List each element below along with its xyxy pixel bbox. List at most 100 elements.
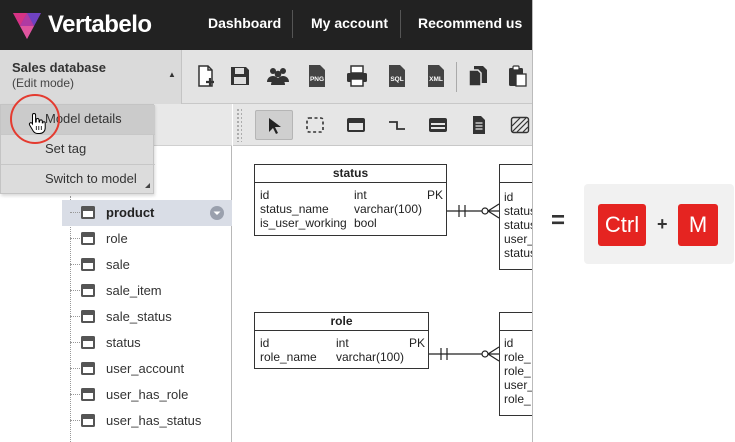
tree-item-label: sale_status <box>106 309 172 324</box>
entity-name: status <box>255 165 446 183</box>
column-name: status <box>504 246 533 260</box>
column-name: status <box>504 218 533 232</box>
nav-recommend-us[interactable]: Recommend us <box>418 0 522 50</box>
hand-cursor-icon <box>28 112 46 134</box>
tree-connector <box>70 368 80 369</box>
tree-item-label: user_has_status <box>106 413 202 428</box>
column-name: role_ <box>504 392 531 406</box>
tree-item-user-has-status[interactable]: user_has_status <box>62 408 232 434</box>
equals-sign: = <box>551 207 566 234</box>
chevron-down-icon[interactable] <box>210 206 224 220</box>
add-area-button[interactable] <box>501 110 532 140</box>
column-name: id <box>504 336 514 350</box>
table-icon <box>81 388 95 401</box>
print-icon[interactable] <box>345 64 369 88</box>
tree-item-product[interactable]: product <box>62 200 232 226</box>
tree-connector <box>70 394 80 395</box>
column-name: id <box>260 336 270 350</box>
diagram-canvas[interactable]: status id int PK status_name varchar(100… <box>233 146 533 442</box>
column-key: PK <box>409 336 426 350</box>
toolbar-grip <box>236 108 242 142</box>
entity-header <box>500 313 532 331</box>
table-icon <box>81 232 95 245</box>
select-tool-button[interactable] <box>255 110 293 140</box>
tree-item-user-has-role[interactable]: user_has_role <box>62 382 232 408</box>
export-sql-icon[interactable]: SQL <box>385 64 409 88</box>
column-type: int <box>336 336 349 350</box>
save-icon[interactable] <box>228 64 252 88</box>
column-name: user_ <box>504 232 533 246</box>
tree-connector <box>70 290 80 291</box>
tree-connector <box>70 316 80 317</box>
table-icon <box>81 206 95 219</box>
table-icon <box>81 310 95 323</box>
export-png-icon[interactable]: PNG <box>305 64 329 88</box>
entity-name: role <box>255 313 428 331</box>
vertabelo-app-window: Vertabelo Dashboard My account Recommend… <box>0 0 533 442</box>
add-table-button[interactable] <box>337 110 375 140</box>
tree-connector <box>70 420 80 421</box>
tree-item-label: product <box>106 205 155 220</box>
tree-connector <box>70 238 80 239</box>
menu-item-switch-to-model[interactable]: Switch to model <box>1 164 155 194</box>
new-document-icon[interactable] <box>194 64 218 88</box>
m-key: M <box>678 204 718 246</box>
relationship-role[interactable] <box>429 344 501 364</box>
ctrl-key: Ctrl <box>598 204 646 246</box>
add-reference-icon <box>389 121 405 130</box>
tree-item-sale-item[interactable]: sale_item <box>62 278 232 304</box>
nav-separator <box>400 10 401 38</box>
vertabelo-logo-icon <box>13 13 41 39</box>
entity-header <box>500 165 532 183</box>
column-name: id <box>504 190 514 204</box>
tree-item-user-account[interactable]: user_account <box>62 356 232 382</box>
tree-item-sale[interactable]: sale <box>62 252 232 278</box>
entity-status[interactable]: status id int PK status_name varchar(100… <box>254 164 447 236</box>
nav-my-account[interactable]: My account <box>311 0 388 50</box>
tree-item-status[interactable]: status <box>62 330 232 356</box>
marquee-select-button[interactable] <box>296 110 334 140</box>
column-type: bool <box>354 216 377 230</box>
tree-item-label: user_has_role <box>106 387 189 402</box>
svg-text:PNG: PNG <box>310 76 324 83</box>
relationship-status[interactable] <box>447 201 501 221</box>
tree-connector <box>70 342 80 343</box>
add-table-icon <box>347 118 365 132</box>
entity-user-has-role-partial[interactable]: id role_ role_ user_ role_ <box>499 312 532 416</box>
add-note-button[interactable] <box>460 110 498 140</box>
model-name: Sales database <box>12 60 106 75</box>
column-name: role_name <box>260 350 317 364</box>
paste-icon[interactable] <box>505 64 529 88</box>
tree-item-sale-status[interactable]: sale_status <box>62 304 232 330</box>
tree-item-label: sale <box>106 257 130 272</box>
add-reference-button[interactable] <box>378 110 416 140</box>
canvas-toolbar <box>233 104 532 146</box>
tree-connector <box>70 212 80 213</box>
toolbar-separator <box>456 62 457 92</box>
vertabelo-logo[interactable]: Vertabelo <box>12 9 152 41</box>
caret-up-icon: ▲ <box>168 70 176 79</box>
column-name: status <box>504 204 533 218</box>
brand-name: Vertabelo <box>48 11 152 38</box>
nav-separator <box>292 10 293 38</box>
table-icon <box>81 284 95 297</box>
column-name: status_name <box>260 202 329 216</box>
copy-icon[interactable] <box>466 64 490 88</box>
column-type: varchar(100) <box>336 350 405 364</box>
plus-sign: + <box>657 214 668 234</box>
export-xml-icon[interactable]: XML <box>424 64 448 88</box>
top-navigation-bar: Vertabelo Dashboard My account Recommend… <box>0 0 532 50</box>
tree-item-label: role <box>106 231 128 246</box>
entity-user-has-status-partial[interactable]: id status status user_ status <box>499 164 533 270</box>
tree-item-role[interactable]: role <box>62 226 232 252</box>
svg-text:XML: XML <box>429 76 443 83</box>
table-icon <box>81 336 95 349</box>
column-type: int <box>354 188 367 202</box>
users-icon[interactable] <box>266 64 290 88</box>
keyboard-shortcut: Ctrl + M <box>584 184 734 264</box>
table-icon <box>81 414 95 427</box>
nav-dashboard[interactable]: Dashboard <box>208 0 281 50</box>
add-view-button[interactable] <box>419 110 457 140</box>
entity-role[interactable]: role id int PK role_name varchar(100) <box>254 312 429 369</box>
table-icon <box>81 362 95 375</box>
